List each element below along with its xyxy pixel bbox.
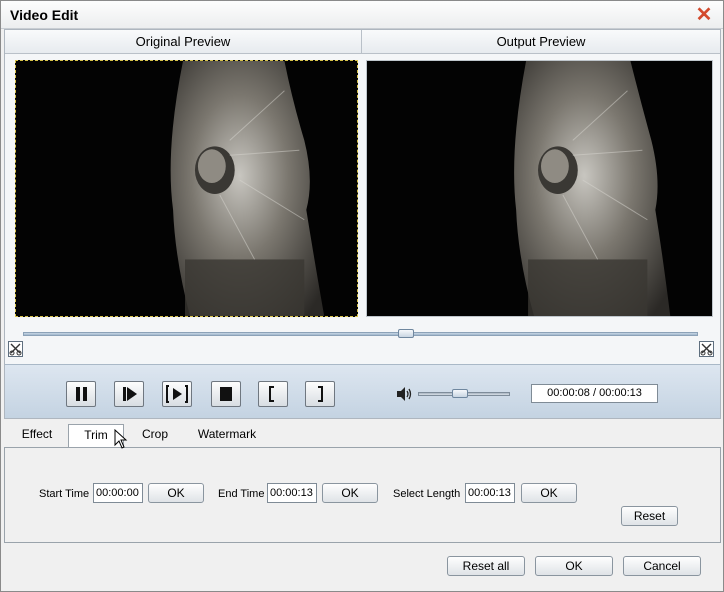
step-forward-button[interactable] bbox=[114, 381, 144, 407]
end-time-label: End Time bbox=[218, 488, 265, 500]
tab-watermark[interactable]: Watermark bbox=[190, 424, 264, 447]
select-length-label: Select Length bbox=[393, 488, 461, 500]
close-icon[interactable]: ✕ bbox=[695, 5, 713, 25]
volume-thumb[interactable] bbox=[452, 389, 469, 398]
output-video-frame bbox=[366, 60, 713, 317]
window-title: Video Edit bbox=[10, 7, 79, 23]
video-edit-window: Video Edit ✕ Original Preview Output Pre… bbox=[0, 0, 724, 592]
start-time-field[interactable]: 00:00:00 bbox=[93, 483, 143, 503]
original-preview-header: Original Preview bbox=[5, 30, 362, 54]
tab-effect[interactable]: Effect bbox=[12, 424, 62, 447]
preview-area: Original Preview Output Preview 00:00:08… bbox=[4, 29, 721, 419]
edit-tabs: Effect Trim Crop Watermark bbox=[4, 421, 721, 447]
tab-trim[interactable]: Trim bbox=[68, 424, 124, 447]
reset-all-button[interactable]: Reset all bbox=[447, 556, 525, 576]
timeline-thumb[interactable] bbox=[398, 329, 415, 338]
trim-panel: Start Time 00:00:00 OK End Time 00:00:13… bbox=[4, 447, 721, 543]
mark-out-button[interactable] bbox=[305, 381, 335, 407]
stop-button[interactable] bbox=[211, 381, 241, 407]
next-frame-button[interactable] bbox=[162, 381, 192, 407]
start-time-label: Start Time bbox=[39, 488, 90, 500]
volume-icon[interactable] bbox=[395, 385, 413, 403]
playback-controls: 00:00:08 / 00:00:13 bbox=[5, 364, 720, 418]
original-video-frame[interactable] bbox=[15, 60, 358, 317]
timeline-slider[interactable] bbox=[23, 329, 698, 338]
pause-button[interactable] bbox=[66, 381, 96, 407]
end-time-field[interactable]: 00:00:13 bbox=[267, 483, 317, 503]
end-time-ok-button[interactable]: OK bbox=[322, 483, 378, 503]
start-time-ok-button[interactable]: OK bbox=[148, 483, 204, 503]
mark-in-button[interactable] bbox=[258, 381, 288, 407]
trim-end-scissors-icon[interactable] bbox=[699, 341, 714, 357]
volume-slider[interactable] bbox=[418, 389, 510, 398]
time-display: 00:00:08 / 00:00:13 bbox=[531, 384, 658, 403]
select-length-ok-button[interactable]: OK bbox=[521, 483, 577, 503]
trim-start-scissors-icon[interactable] bbox=[8, 341, 23, 357]
ok-button[interactable]: OK bbox=[535, 556, 613, 576]
reset-button[interactable]: Reset bbox=[621, 506, 678, 526]
tab-crop[interactable]: Crop bbox=[132, 424, 178, 447]
title-bar: Video Edit ✕ bbox=[1, 1, 723, 29]
select-length-field[interactable]: 00:00:13 bbox=[465, 483, 515, 503]
cancel-button[interactable]: Cancel bbox=[623, 556, 701, 576]
output-preview-header: Output Preview bbox=[362, 30, 720, 54]
